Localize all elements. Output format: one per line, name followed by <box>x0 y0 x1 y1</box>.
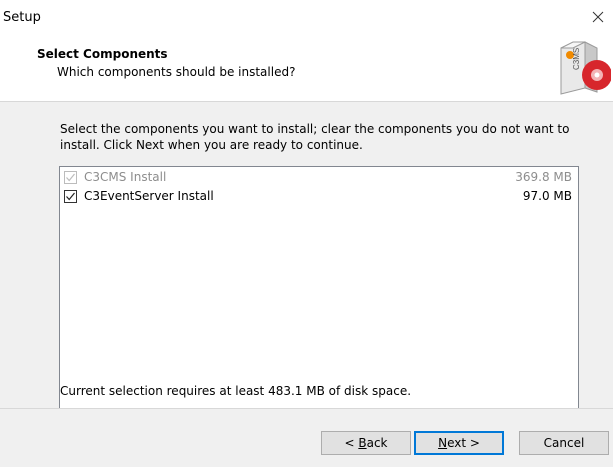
back-button-mnemonic: B <box>358 436 367 450</box>
checkbox-c3cms <box>64 171 77 184</box>
check-icon <box>66 192 75 201</box>
back-button-prefix: < <box>344 436 359 450</box>
component-label: C3CMS Install <box>84 170 167 184</box>
next-button-mnemonic: N <box>438 436 448 450</box>
title-bar: Setup <box>0 0 613 32</box>
cancel-button-label: Cancel <box>543 436 585 450</box>
next-button[interactable]: Next > <box>414 431 504 455</box>
component-size: 369.8 MB <box>515 170 572 184</box>
wizard-header: Select Components Which components shoul… <box>0 32 613 102</box>
component-item-c3eventserver[interactable]: C3EventServer Install 97.0 MB <box>62 188 576 207</box>
disk-space-requirement: Current selection requires at least 483.… <box>60 384 412 398</box>
back-button-label: ack <box>366 436 388 450</box>
check-icon <box>66 173 75 182</box>
checkbox-c3eventserver[interactable] <box>64 190 77 203</box>
wizard-footer: < Back Next > Cancel <box>0 409 613 467</box>
back-button[interactable]: < Back <box>321 431 411 455</box>
installer-box-icon: C3MS <box>560 41 611 95</box>
graphic-label: C3MS <box>572 48 581 70</box>
component-label: C3EventServer Install <box>84 189 214 203</box>
cancel-button[interactable]: Cancel <box>519 431 609 455</box>
component-size: 97.0 MB <box>522 189 572 203</box>
close-icon[interactable] <box>583 4 613 30</box>
page-title: Select Components <box>37 47 168 61</box>
component-item-c3cms: C3CMS Install 369.8 MB <box>62 169 576 188</box>
window-title: Setup <box>3 10 41 25</box>
next-button-label: ext > <box>447 436 480 450</box>
setup-window: Setup Select Components Which components… <box>0 0 613 467</box>
page-subtitle: Which components should be installed? <box>57 65 296 79</box>
instructions-text: Select the components you want to instal… <box>60 122 570 152</box>
